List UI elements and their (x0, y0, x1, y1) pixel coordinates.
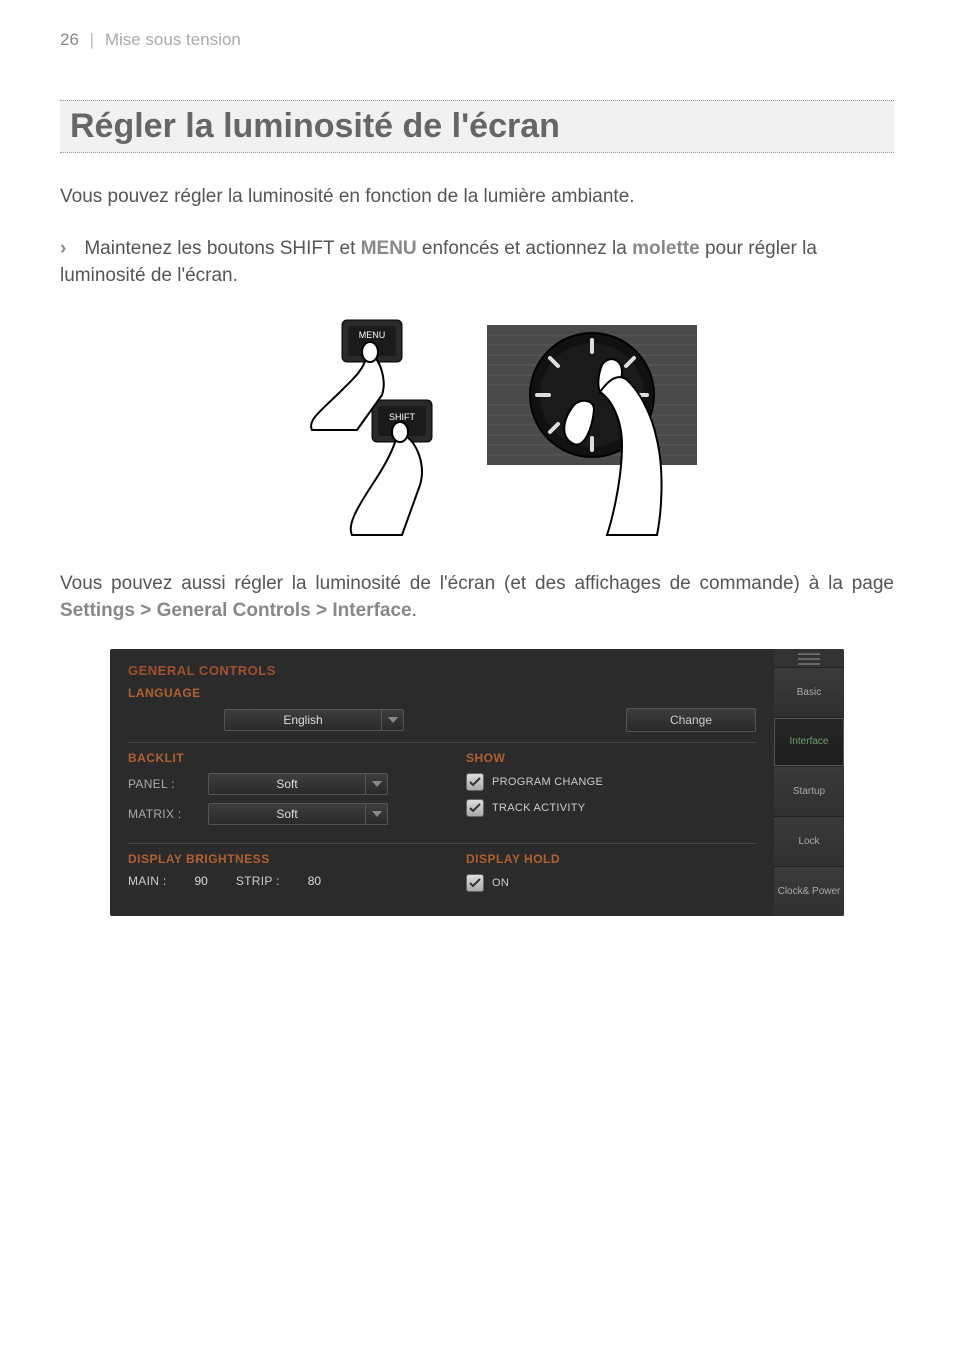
language-label: LANGUAGE (128, 686, 756, 700)
settings-path: Settings > General Controls > Interface (60, 600, 412, 621)
instruction-mid: enfoncés et actionnez la (417, 238, 632, 259)
display-brightness-label: DISPLAY BRIGHTNESS (128, 852, 418, 866)
divider (128, 742, 756, 743)
header-divider: | (90, 30, 94, 49)
chevron-down-icon (365, 774, 387, 794)
track-activity-label: TRACK ACTIVITY (492, 802, 585, 814)
change-button[interactable]: Change (626, 708, 756, 732)
checkbox-icon (466, 773, 484, 791)
section-name: Mise sous tension (105, 30, 241, 49)
illustration-row: MENU SHIFT (60, 310, 894, 540)
backlit-label: BACKLIT (128, 751, 418, 765)
display-hold-section: DISPLAY HOLD ON (458, 852, 756, 900)
divider (128, 843, 756, 844)
tab-startup[interactable]: Startup (774, 766, 844, 816)
backlit-matrix-value: Soft (209, 807, 365, 821)
tab-interface[interactable]: Interface (774, 717, 844, 767)
checkbox-icon (466, 799, 484, 817)
display-hold-label: DISPLAY HOLD (466, 852, 756, 866)
display-hold-on-row[interactable]: ON (466, 874, 756, 892)
molette-word: molette (632, 238, 700, 259)
tab-clock-power[interactable]: Clock& Power (774, 866, 844, 916)
menu-word: MENU (361, 238, 417, 259)
illustration-dial (482, 310, 702, 540)
para2-post: . (412, 600, 417, 621)
strip-value[interactable]: 80 (308, 874, 321, 888)
shift-button-label: SHIFT (389, 412, 416, 422)
show-label: SHOW (466, 751, 756, 765)
program-change-label: PROGRAM CHANGE (492, 776, 603, 788)
backlit-panel-dropdown[interactable]: Soft (208, 773, 388, 795)
settings-tabs: Basic Interface Startup Lock Clock& Powe… (774, 649, 844, 916)
language-dropdown[interactable]: English (224, 709, 404, 731)
menu-button-label: MENU (359, 330, 386, 340)
para2-pre: Vous pouvez aussi régler la luminosité d… (60, 573, 894, 594)
strip-label: STRIP : (236, 874, 280, 888)
main-label: MAIN : (128, 874, 166, 888)
tab-lock[interactable]: Lock (774, 816, 844, 866)
program-change-row[interactable]: PROGRAM CHANGE (466, 773, 756, 791)
intro-paragraph: Vous pouvez régler la luminosité en fonc… (60, 183, 894, 211)
illustration-menu-shift: MENU SHIFT (252, 310, 472, 540)
paragraph-2: Vous pouvez aussi régler la luminosité d… (60, 570, 894, 625)
panel-title: GENERAL CONTROLS (128, 663, 756, 678)
chevron-down-icon (365, 804, 387, 824)
tab-basic[interactable]: Basic (774, 667, 844, 717)
title-bar: Régler la luminosité de l'écran (60, 100, 894, 153)
menu-icon[interactable] (774, 649, 844, 667)
settings-panel: GENERAL CONTROLS LANGUAGE English Change… (110, 649, 844, 916)
instruction-paragraph: › Maintenez les boutons SHIFT et MENU enf… (60, 235, 894, 290)
show-section: SHOW PROGRAM CHANGE TRACK ACTIVITY (458, 751, 756, 833)
page-title: Régler la luminosité de l'écran (70, 107, 884, 146)
settings-main: GENERAL CONTROLS LANGUAGE English Change… (110, 649, 774, 916)
track-activity-row[interactable]: TRACK ACTIVITY (466, 799, 756, 817)
matrix-label: MATRIX : (128, 807, 198, 821)
page-header: 26 | Mise sous tension (60, 30, 894, 50)
language-value: English (225, 713, 381, 727)
panel-label: PANEL : (128, 777, 198, 791)
display-brightness-section: DISPLAY BRIGHTNESS MAIN : 90 STRIP : 80 (128, 852, 418, 900)
backlit-matrix-dropdown[interactable]: Soft (208, 803, 388, 825)
main-value[interactable]: 90 (194, 874, 207, 888)
display-hold-on-label: ON (492, 877, 509, 889)
page-number: 26 (60, 30, 79, 49)
language-section: LANGUAGE English Change (128, 686, 756, 732)
chevron-down-icon (381, 710, 403, 730)
checkbox-icon (466, 874, 484, 892)
chevron-icon: › (60, 238, 66, 259)
backlit-panel-value: Soft (209, 777, 365, 791)
backlit-section: BACKLIT PANEL : Soft MATRIX : (128, 751, 418, 833)
instruction-pre: Maintenez les boutons SHIFT et (84, 238, 360, 259)
